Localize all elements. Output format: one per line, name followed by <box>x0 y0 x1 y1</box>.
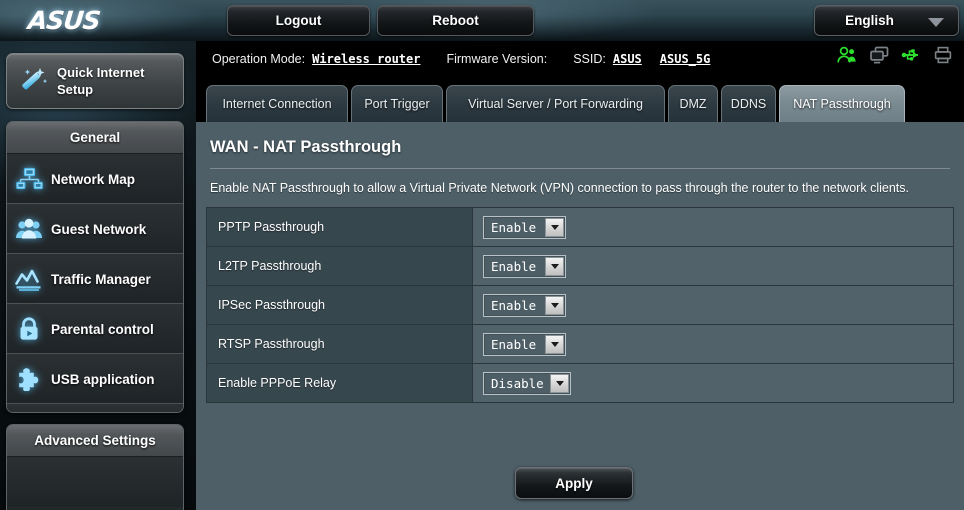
sidebar-item-network-map[interactable]: Network Map <box>7 154 183 204</box>
firmware-version-label: Firmware Version: <box>446 52 548 66</box>
sidebar-group-general: General Network Map Guest Network Traffi… <box>6 121 184 413</box>
sidebar-item-label: USB application <box>51 371 155 387</box>
table-row: IPSec Passthrough Enable <box>207 286 953 325</box>
rtsp-passthrough-select[interactable]: Enable <box>483 332 566 356</box>
row-value: Disable <box>473 364 953 402</box>
operation-mode-label: Operation Mode: <box>212 52 306 66</box>
logout-button[interactable]: Logout <box>227 5 370 36</box>
row-label: L2TP Passthrough <box>207 247 473 285</box>
row-label: Enable PPPoE Relay <box>207 364 473 402</box>
sidebar-item-label: Guest Network <box>51 221 147 237</box>
chevron-down-icon[interactable] <box>545 295 564 315</box>
info-bar-text: Operation Mode: Wireless router Firmware… <box>212 52 710 66</box>
ipsec-passthrough-select[interactable]: Enable <box>483 293 566 317</box>
sidebar-group-advanced: Advanced Settings <box>6 424 184 510</box>
asus-router-admin-page: ASUS Logout Reboot English Operation Mod… <box>0 0 964 510</box>
chevron-down-icon[interactable] <box>545 334 564 354</box>
tab-internet-connection[interactable]: Internet Connection <box>206 85 348 122</box>
ssid-value-5g[interactable]: ASUS_5G <box>660 52 711 66</box>
row-label: PPTP Passthrough <box>207 208 473 246</box>
row-value: Enable <box>473 247 953 285</box>
sidebar-item-aicloud[interactable]: AiCloud <box>7 404 183 412</box>
l2tp-passthrough-select[interactable]: Enable <box>483 254 566 278</box>
select-value: Enable <box>491 219 537 235</box>
tab-virtual-server-port-forwarding[interactable]: Virtual Server / Port Forwarding <box>446 85 665 122</box>
chevron-down-icon[interactable] <box>545 256 564 276</box>
sidebar-group-advanced-title[interactable]: Advanced Settings <box>7 425 183 457</box>
operation-mode-value[interactable]: Wireless router <box>312 52 420 66</box>
top-bar: ASUS Logout Reboot English <box>0 0 964 41</box>
title-divider <box>210 168 950 169</box>
sidebar-item-traffic-manager[interactable]: Traffic Manager <box>7 254 183 304</box>
sidebar-item-label: Traffic Manager <box>51 271 151 287</box>
sidebar-item-truncated[interactable] <box>7 457 183 507</box>
table-row: Enable PPPoE Relay Disable <box>207 364 953 403</box>
tab-ddns[interactable]: DDNS <box>721 85 776 122</box>
table-row: RTSP Passthrough Enable <box>207 325 953 364</box>
row-value: Enable <box>473 286 953 324</box>
row-label: RTSP Passthrough <box>207 325 473 363</box>
quick-internet-setup-label: Quick Internet Setup <box>57 65 145 97</box>
lock-icon <box>7 317 51 341</box>
sidebar-item-usb-application[interactable]: USB application <box>7 354 183 404</box>
tab-port-trigger[interactable]: Port Trigger <box>351 85 443 122</box>
apply-button[interactable]: Apply <box>515 467 633 499</box>
chevron-down-icon <box>928 18 944 27</box>
sidebar-group-general-title[interactable]: General <box>7 122 183 154</box>
reboot-button[interactable]: Reboot <box>377 5 534 36</box>
clone-screens-icon[interactable] <box>869 46 890 64</box>
sidebar-item-label: Parental control <box>51 321 154 337</box>
quick-internet-setup-button[interactable]: Quick Internet Setup <box>6 53 184 109</box>
chevron-down-icon[interactable] <box>550 373 569 393</box>
select-value: Disable <box>491 375 544 391</box>
select-value: Enable <box>491 336 537 352</box>
status-icon-tray <box>836 46 952 64</box>
select-value: Enable <box>491 297 537 313</box>
page-title: WAN - NAT Passthrough <box>210 138 402 156</box>
language-label: English <box>845 13 894 28</box>
content-area: Internet Connection Port Trigger Virtual… <box>196 80 964 510</box>
sidebar-item-guest-network[interactable]: Guest Network <box>7 204 183 254</box>
asus-logo[interactable]: ASUS <box>17 6 112 35</box>
chevron-down-icon[interactable] <box>545 217 564 237</box>
puzzle-piece-icon <box>7 367 51 391</box>
sidebar-item-label: Network Map <box>51 171 136 187</box>
network-map-icon <box>7 167 51 191</box>
nat-passthrough-panel: WAN - NAT Passthrough Enable NAT Passthr… <box>196 122 964 510</box>
pptp-passthrough-select[interactable]: Enable <box>483 215 566 239</box>
ssid-value-2g[interactable]: ASUS <box>613 52 642 66</box>
sidebar-item-parental-control[interactable]: Parental control <box>7 304 183 354</box>
guest-network-icon <box>7 217 51 241</box>
row-label: IPSec Passthrough <box>207 286 473 324</box>
tab-dmz[interactable]: DMZ <box>668 85 718 122</box>
ssid-label: SSID: <box>573 52 606 66</box>
table-row: PPTP Passthrough Enable <box>207 208 953 247</box>
traffic-chart-icon <box>7 267 51 291</box>
select-value: Enable <box>491 258 537 274</box>
tab-nat-passthrough[interactable]: NAT Passthrough <box>779 85 905 122</box>
magic-wand-icon <box>17 65 51 99</box>
language-selector[interactable]: English <box>814 5 959 36</box>
settings-table: PPTP Passthrough Enable L2TP Passthrough… <box>206 207 954 403</box>
row-value: Enable <box>473 208 953 246</box>
guest-users-icon[interactable] <box>836 46 858 64</box>
pppoe-relay-select[interactable]: Disable <box>483 371 571 395</box>
panel-description: Enable NAT Passthrough to allow a Virtua… <box>210 181 909 195</box>
table-row: L2TP Passthrough Enable <box>207 247 953 286</box>
tab-strip: Internet Connection Port Trigger Virtual… <box>196 80 964 122</box>
sidebar: Quick Internet Setup General Network Map… <box>0 41 196 510</box>
usb-icon[interactable] <box>901 46 923 64</box>
row-value: Enable <box>473 325 953 363</box>
printer-icon[interactable] <box>934 46 952 64</box>
